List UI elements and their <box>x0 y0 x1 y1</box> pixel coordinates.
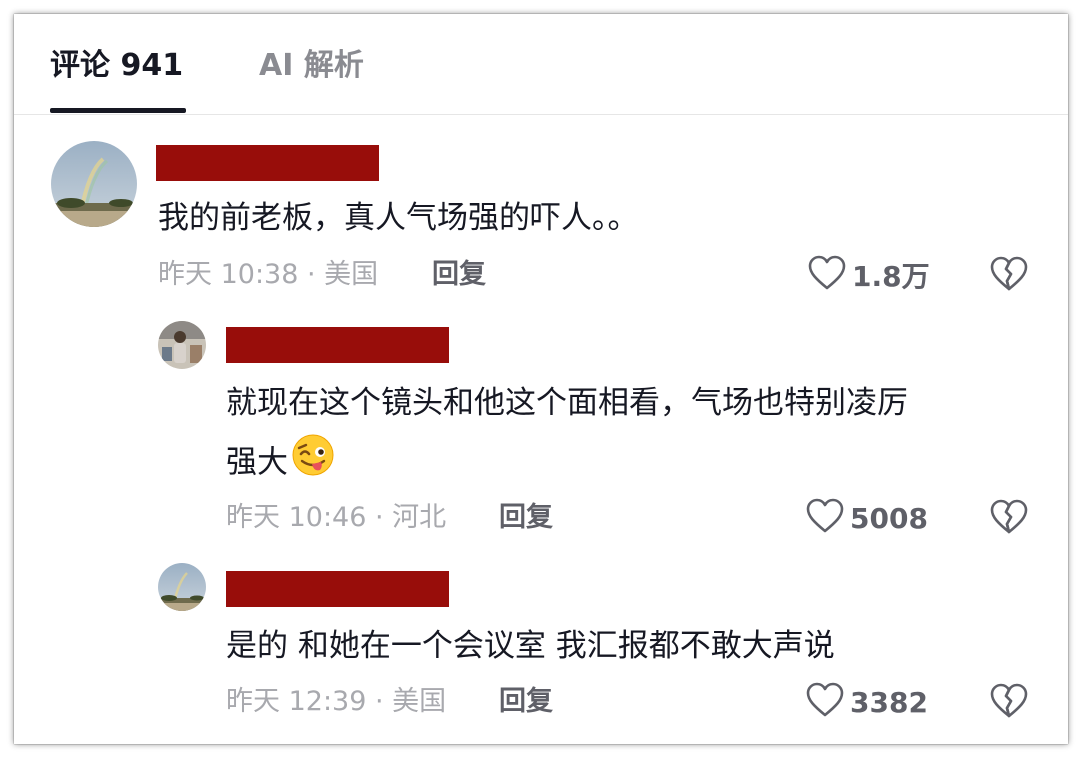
like-count: 3382 <box>850 685 928 719</box>
broken-heart-icon <box>989 683 1029 724</box>
comments-panel: 评论 941 AI 解析 我的前老板，真人气场强的吓人。。 昨天 10:38 ·… <box>14 14 1068 744</box>
reply-item: 是的 和她在一个会议室 我汇报都不敢大声说 昨天 12:39 · 美国 回复 3… <box>14 14 1068 744</box>
like-button[interactable]: 3382 <box>806 682 928 722</box>
comment-text: 是的 和她在一个会议室 我汇报都不敢大声说 <box>226 628 835 664</box>
reply-button[interactable]: 回复 <box>499 684 553 720</box>
heart-outline-icon <box>806 682 844 722</box>
comment-meta: 昨天 12:39 · 美国 <box>226 686 447 717</box>
avatar[interactable] <box>158 563 206 611</box>
username-redacted <box>226 571 449 607</box>
dislike-button[interactable] <box>989 682 1029 722</box>
